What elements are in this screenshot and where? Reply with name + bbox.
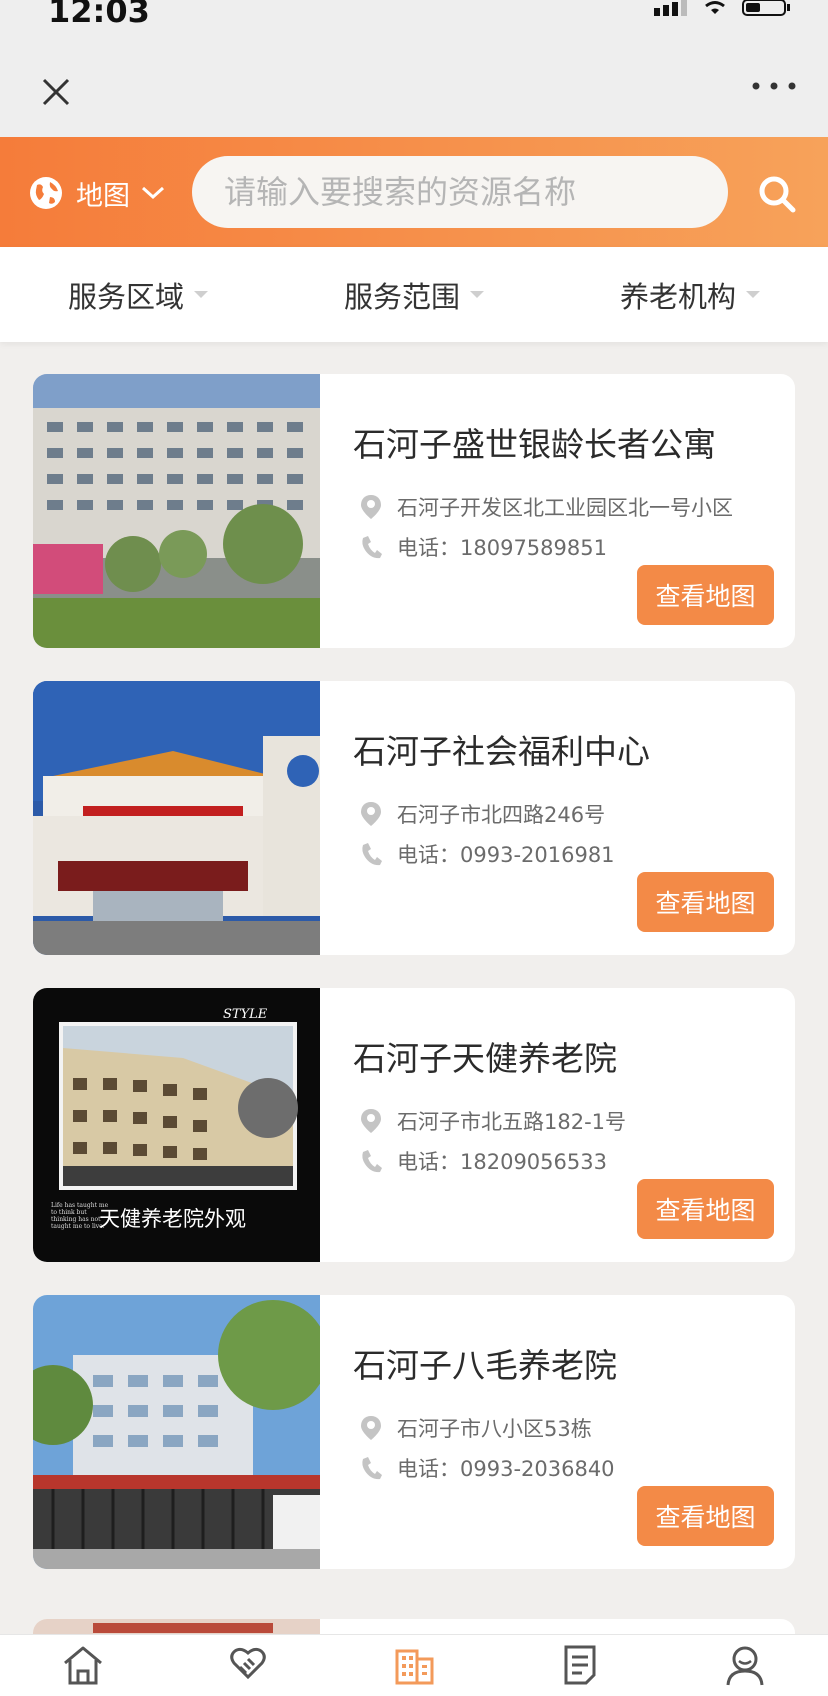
- user-icon: [726, 1646, 764, 1686]
- home-icon: [63, 1646, 102, 1685]
- tab-institutions[interactable]: [331, 1635, 497, 1696]
- filter-label: 服务范围: [343, 279, 460, 314]
- search-bar: 地图: [0, 137, 828, 247]
- address-row: 石河子开发区北工业园区北一号小区: [359, 492, 733, 522]
- tab-service[interactable]: [166, 1635, 332, 1696]
- institution-list: 石河子盛世银龄长者公寓 石河子开发区北工业园区北一号小区 电话：18097589…: [33, 374, 795, 1602]
- view-map-button[interactable]: 查看地图: [637, 872, 774, 932]
- caret-down-icon: [194, 291, 208, 298]
- signal-icon: [654, 0, 687, 16]
- institution-phone: 电话：18209056533: [397, 1150, 607, 1174]
- photo-style-tag: STYLE: [223, 1007, 268, 1022]
- institution-address: 石河子市北四路246号: [397, 803, 606, 827]
- battery-icon: [742, 0, 790, 16]
- institution-phone: 电话：0993-2036840: [397, 1457, 615, 1481]
- location-pin-icon: [361, 802, 381, 826]
- caret-down-icon: [746, 291, 760, 298]
- institution-address: 石河子开发区北工业园区北一号小区: [397, 496, 733, 520]
- more-icon[interactable]: [750, 76, 798, 96]
- nav-bar: [0, 40, 828, 137]
- location-pin-icon: [361, 1109, 381, 1133]
- institution-name: 石河子盛世银龄长者公寓: [353, 425, 716, 464]
- document-icon: [564, 1645, 596, 1685]
- institution-photo: [33, 681, 320, 955]
- bottom-tab-bar: [0, 1634, 828, 1696]
- location-pin-icon: [361, 495, 381, 519]
- filter-service-area[interactable]: 服务区域: [0, 247, 276, 342]
- list-item[interactable]: 石河子盛世银龄长者公寓 石河子开发区北工业园区北一号小区 电话：18097589…: [33, 374, 795, 648]
- institution-address: 石河子市八小区53栋: [397, 1417, 592, 1441]
- institution-name: 石河子天健养老院: [353, 1039, 617, 1078]
- phone-row: 电话：0993-2016981: [359, 839, 615, 869]
- globe-icon: [30, 177, 62, 209]
- phone-icon: [362, 1150, 382, 1173]
- search-icon[interactable]: [756, 173, 798, 215]
- institution-photo: STYLE Life has taught me to think but th…: [33, 988, 320, 1262]
- building-icon: [395, 1649, 434, 1685]
- filter-label: 服务区域: [67, 279, 184, 314]
- phone-icon: [362, 536, 382, 559]
- institution-phone: 电话：0993-2016981: [397, 843, 615, 867]
- location-pin-icon: [361, 1416, 381, 1440]
- view-map-button[interactable]: 查看地图: [637, 1179, 774, 1239]
- phone-row: 电话：18097589851: [359, 532, 607, 562]
- chevron-down-icon: [141, 186, 165, 200]
- status-time: 12:03: [48, 0, 150, 30]
- institution-phone: 电话：18097589851: [397, 536, 607, 560]
- view-map-button[interactable]: 查看地图: [637, 565, 774, 625]
- tab-home[interactable]: [0, 1635, 166, 1696]
- handshake-icon: [230, 1647, 267, 1680]
- phone-row: 电话：0993-2036840: [359, 1453, 615, 1483]
- region-picker[interactable]: 地图: [28, 173, 166, 213]
- close-icon[interactable]: [34, 70, 78, 114]
- institution-photo: [33, 1295, 320, 1569]
- institution-photo: [33, 374, 320, 648]
- status-icons: [654, 0, 792, 16]
- search-input[interactable]: [192, 156, 728, 228]
- phone-icon: [362, 1457, 382, 1480]
- filter-label: 养老机构: [619, 279, 736, 314]
- filter-bar: 服务区域 服务范围 养老机构: [0, 247, 828, 342]
- phone-icon: [362, 843, 382, 866]
- list-item[interactable]: STYLE Life has taught me to think but th…: [33, 988, 795, 1262]
- list-item[interactable]: 石河子八毛养老院 石河子市八小区53栋 电话：0993-2036840 查看地图: [33, 1295, 795, 1569]
- region-label: 地图: [76, 180, 130, 212]
- wifi-icon: [705, 1, 725, 14]
- list-item[interactable]: 石河子社会福利中心 石河子市北四路246号 电话：0993-2016981 查看…: [33, 681, 795, 955]
- address-row: 石河子市八小区53栋: [359, 1413, 592, 1443]
- filter-institution-type[interactable]: 养老机构: [552, 247, 828, 342]
- institution-name: 石河子八毛养老院: [353, 1346, 617, 1385]
- tab-profile[interactable]: [662, 1635, 828, 1696]
- status-bar: 12:03: [0, 0, 828, 40]
- phone-row: 电话：18209056533: [359, 1146, 607, 1176]
- address-row: 石河子市北四路246号: [359, 799, 605, 829]
- view-map-button[interactable]: 查看地图: [637, 1486, 774, 1546]
- filter-service-scope[interactable]: 服务范围: [276, 247, 552, 342]
- caret-down-icon: [470, 291, 484, 298]
- address-row: 石河子市北五路182-1号: [359, 1106, 626, 1136]
- photo-caption: 天健养老院外观: [99, 1207, 246, 1231]
- institution-address: 石河子市北五路182-1号: [397, 1110, 627, 1134]
- institution-name: 石河子社会福利中心: [353, 732, 650, 771]
- tab-news[interactable]: [497, 1635, 663, 1696]
